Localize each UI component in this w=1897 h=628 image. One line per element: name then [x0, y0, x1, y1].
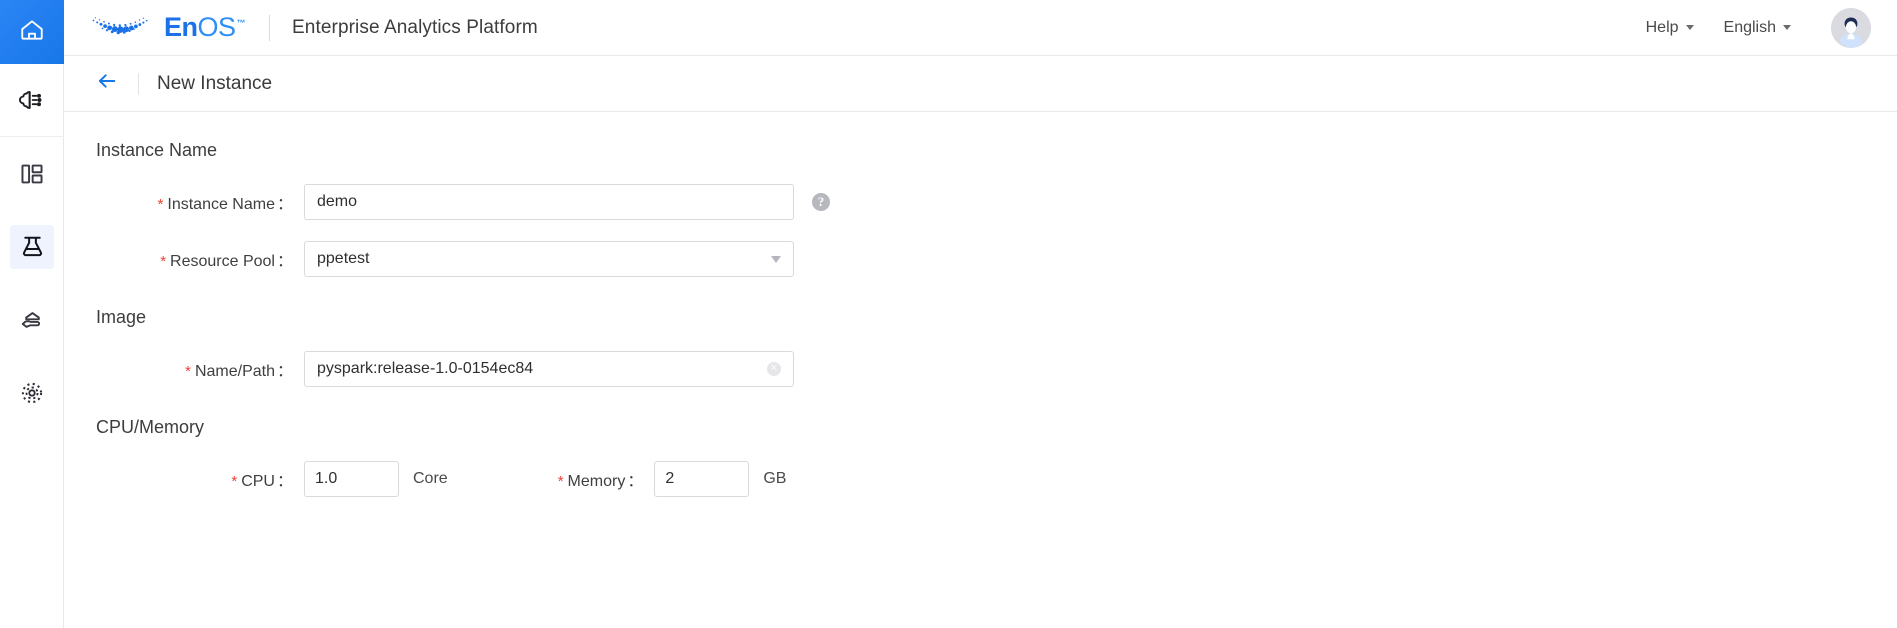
label-colon: ： — [276, 253, 293, 270]
instance-name-value: demo — [317, 193, 358, 210]
avatar[interactable] — [1831, 7, 1871, 48]
brain-network-icon — [10, 78, 54, 122]
header-actions: Help English — [1646, 7, 1871, 48]
form-row-instance-name: * Instance Name： demo ? — [64, 184, 1897, 220]
chevron-down-icon — [1685, 25, 1694, 30]
platform-title: Enterprise Analytics Platform — [292, 16, 538, 38]
language-menu-label: English — [1723, 18, 1776, 36]
brand-block[interactable]: EnOS™ — [86, 11, 246, 45]
layout-panels-icon — [10, 152, 54, 196]
section-title-image: Image — [96, 307, 147, 327]
main-column: EnOS™ Enterprise Analytics Platform Help… — [64, 0, 1897, 628]
back-button[interactable] — [92, 69, 122, 99]
required-marker: * — [157, 196, 164, 213]
section-title-instance-name: Instance Name — [96, 140, 218, 160]
label-resource-pool: * Resource Pool： — [64, 247, 304, 271]
required-marker: * — [185, 363, 191, 380]
form-row-name-path: * Name/Path： pyspark:release-1.0-0154ec84… — [64, 351, 1897, 387]
help-menu[interactable]: Help — [1646, 19, 1694, 37]
brand-wordmark: EnOS™ — [164, 12, 246, 42]
form-row-cpu-memory: * CPU： 1.0 Core * Memory： 2 GB — [64, 461, 1897, 497]
label-instance-name-text: Instance Name — [167, 196, 275, 213]
brand-en: En — [164, 12, 198, 42]
label-name-path-text: Name/Path — [194, 363, 275, 380]
label-memory: * Memory： — [558, 467, 655, 491]
app-root: EnOS™ Enterprise Analytics Platform Help… — [0, 0, 1897, 628]
help-menu-label: Help — [1645, 18, 1679, 36]
header-divider — [269, 14, 271, 41]
cpu-input[interactable]: 1.0 — [304, 461, 399, 497]
image-name-path-value: pyspark:release-1.0-0154ec84 — [317, 360, 534, 377]
required-marker: * — [231, 473, 238, 490]
cpu-value: 1.0 — [315, 470, 338, 487]
page-title: New Instance — [157, 72, 273, 94]
flask-icon — [10, 224, 54, 269]
label-resource-pool-text: Resource Pool — [170, 253, 275, 270]
form-row-resource-pool: * Resource Pool： ppetest — [64, 241, 1897, 277]
enos-dots-logo-icon — [86, 11, 158, 45]
resource-pool-value: ppetest — [317, 250, 370, 267]
required-marker: * — [557, 473, 564, 490]
dotted-gear-icon — [10, 371, 54, 415]
left-nav-rail — [0, 0, 64, 628]
question-mark-icon[interactable]: ? — [812, 193, 830, 211]
label-colon: ： — [276, 196, 293, 213]
form-body: Instance Name * Instance Name： demo ? * Re… — [64, 112, 1897, 628]
arrow-left-icon — [96, 70, 118, 97]
chevron-down-icon — [771, 255, 781, 263]
language-menu[interactable]: English — [1724, 19, 1791, 37]
resource-pool-select[interactable]: ppetest — [304, 241, 794, 277]
page-header: New Instance — [64, 56, 1897, 112]
label-cpu: * CPU： — [64, 467, 304, 491]
label-instance-name: * Instance Name： — [64, 190, 304, 214]
clear-circle-icon[interactable]: ✕ — [767, 362, 781, 376]
image-name-path-input[interactable]: pyspark:release-1.0-0154ec84 ✕ — [304, 351, 794, 387]
chevron-down-icon — [1783, 25, 1791, 30]
label-cpu-text: CPU — [241, 473, 275, 490]
sidebar-item-ai-models[interactable] — [0, 64, 64, 137]
memory-unit-label: GB — [763, 470, 787, 487]
memory-value: 2 — [665, 470, 675, 487]
cpu-unit-label: Core — [413, 470, 448, 487]
section-title-cpu-memory: CPU/Memory — [96, 417, 205, 437]
page-header-divider — [138, 72, 139, 95]
label-colon: ： — [276, 473, 293, 490]
label-name-path: * Name/Path： — [64, 357, 304, 381]
top-header: EnOS™ Enterprise Analytics Platform Help… — [64, 0, 1897, 56]
label-colon: ： — [276, 363, 293, 380]
sidebar-item-data-service[interactable] — [0, 283, 64, 356]
memory-input[interactable]: 2 — [654, 461, 750, 497]
sidebar-item-home[interactable] — [0, 0, 64, 64]
sidebar-item-lab-instances[interactable] — [0, 210, 64, 283]
brand-os: OS — [197, 12, 237, 42]
hand-hexagon-icon — [10, 298, 54, 342]
label-colon: ： — [627, 473, 644, 490]
home-icon — [19, 17, 45, 48]
required-marker: * — [160, 253, 167, 270]
instance-name-input[interactable]: demo — [304, 184, 794, 220]
brand-trademark: ™ — [236, 18, 246, 28]
sidebar-item-dashboards[interactable] — [0, 137, 64, 210]
label-memory-text: Memory — [567, 473, 626, 490]
sidebar-item-settings[interactable] — [0, 356, 64, 429]
